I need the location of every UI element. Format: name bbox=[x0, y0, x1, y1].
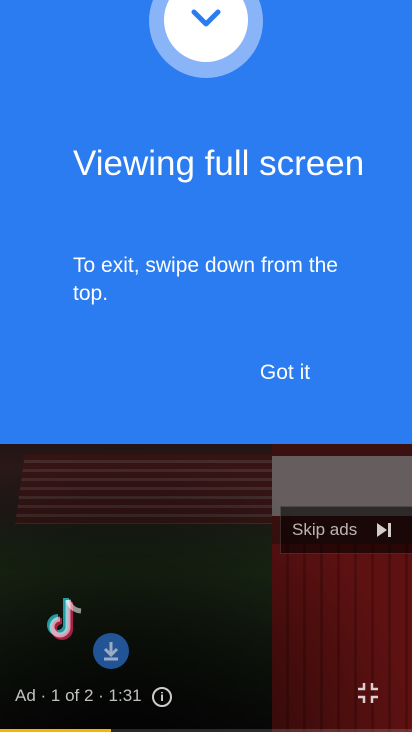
download-icon[interactable] bbox=[93, 633, 129, 669]
exit-fullscreen-icon[interactable] bbox=[357, 682, 379, 709]
skip-next-icon bbox=[376, 522, 392, 543]
tiktok-logo[interactable] bbox=[38, 592, 94, 648]
dialog-message: To exit, swipe down from the top. bbox=[73, 254, 338, 305]
fullscreen-info-dialog: Viewing full screen To exit, swipe down … bbox=[0, 0, 412, 444]
dialog-title: Viewing full screen bbox=[73, 144, 365, 183]
got-it-button[interactable]: Got it bbox=[246, 352, 324, 394]
skip-ads-button[interactable]: Skip ads bbox=[280, 506, 412, 554]
ad-info-text: Ad · 1 of 2 · 1:31 bbox=[15, 686, 142, 705]
skip-ads-label: Skip ads bbox=[292, 520, 358, 539]
video-player[interactable]: Skip ads Ad · 1 of 2 · 1:31 i bbox=[0, 444, 412, 732]
info-icon[interactable]: i bbox=[152, 687, 172, 707]
